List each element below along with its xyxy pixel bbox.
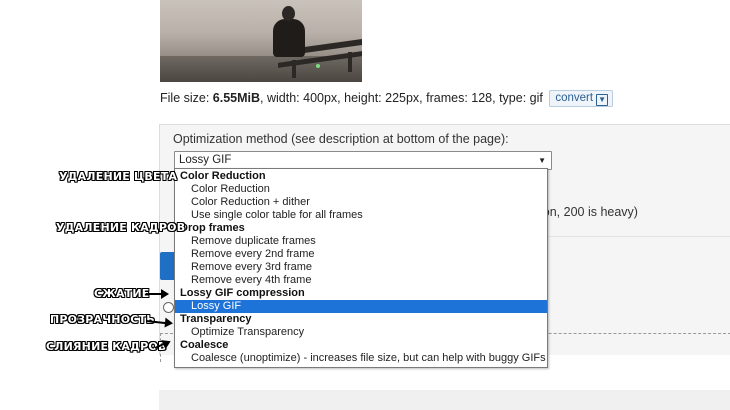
preview-light [316, 64, 320, 68]
bottom-section [159, 390, 730, 410]
convert-button[interactable]: convert ▼ [549, 90, 614, 107]
annotation-compression: СЖАТИЕ [94, 287, 150, 300]
preview-bench-leg [348, 52, 352, 72]
dropdown-option[interactable]: Color Reduction [175, 183, 547, 196]
panel-divider [546, 236, 730, 237]
preview-person [273, 19, 305, 57]
arrow-head-icon [164, 317, 174, 329]
preview-bench-leg [292, 60, 296, 78]
dropdown-group-label: Color Reduction [180, 170, 266, 182]
optimization-dropdown-list[interactable]: Color Reduction Color Reduction Color Redu… [174, 168, 548, 368]
download-icon: ▼ [596, 94, 609, 106]
optimization-method-label: Optimization method (see description at … [173, 132, 509, 146]
convert-label: convert [555, 92, 594, 104]
dropdown-option[interactable]: Color Reduction + dither [175, 196, 547, 209]
annotation-color-removal: УДАЛЕНИЕ ЦВЕТА [59, 170, 178, 183]
file-size-value: 6.55MiB [212, 90, 261, 105]
dropdown-option[interactable]: Remove every 4th frame [175, 274, 547, 287]
annotation-transparency: ПРОЗРАЧНОСТЬ [50, 313, 155, 326]
dropdown-group-label: Lossy GIF compression [180, 287, 305, 299]
dropdown-option[interactable]: Coalesce (unoptimize) - increases file s… [175, 352, 547, 365]
dropdown-option[interactable]: Lossy GIF [175, 300, 547, 313]
file-info: File size: 6.55MiB, width: 400px, height… [160, 90, 614, 107]
dropdown-option[interactable]: Use single color table for all frames [175, 209, 547, 222]
dropdown-option[interactable]: Remove duplicate frames [175, 235, 547, 248]
annotation-frame-merge: СЛИЯНИЕ КАДРОВ [46, 340, 167, 353]
dropdown-option[interactable]: Optimize Transparency [175, 326, 547, 339]
annotation-frame-removal: УДАЛЕНИЕ КАДРОВ [56, 221, 186, 234]
select-value: Lossy GIF [179, 154, 232, 166]
arrow-head-icon [161, 289, 169, 299]
gif-preview-image [160, 0, 362, 82]
dropdown-group-label: Coalesce [180, 339, 229, 351]
dropdown-group-label: Transparency [180, 313, 252, 325]
file-info-prefix: File size: [160, 90, 213, 105]
radio-option[interactable] [163, 302, 174, 313]
dropdown-group-label: Drop frames [180, 222, 245, 234]
arrow-compression [146, 293, 162, 295]
dropdown-option[interactable]: Remove every 2nd frame [175, 248, 547, 261]
dropdown-arrow-icon: ▼ [538, 156, 546, 165]
file-info-details: , width: 400px, height: 225px, frames: 1… [260, 90, 543, 105]
compression-level-hint: ion, 200 is heavy) [540, 205, 638, 219]
preview-person-head [282, 6, 295, 21]
dropdown-option[interactable]: Remove every 3rd frame [175, 261, 547, 274]
optimize-button[interactable] [160, 252, 174, 280]
